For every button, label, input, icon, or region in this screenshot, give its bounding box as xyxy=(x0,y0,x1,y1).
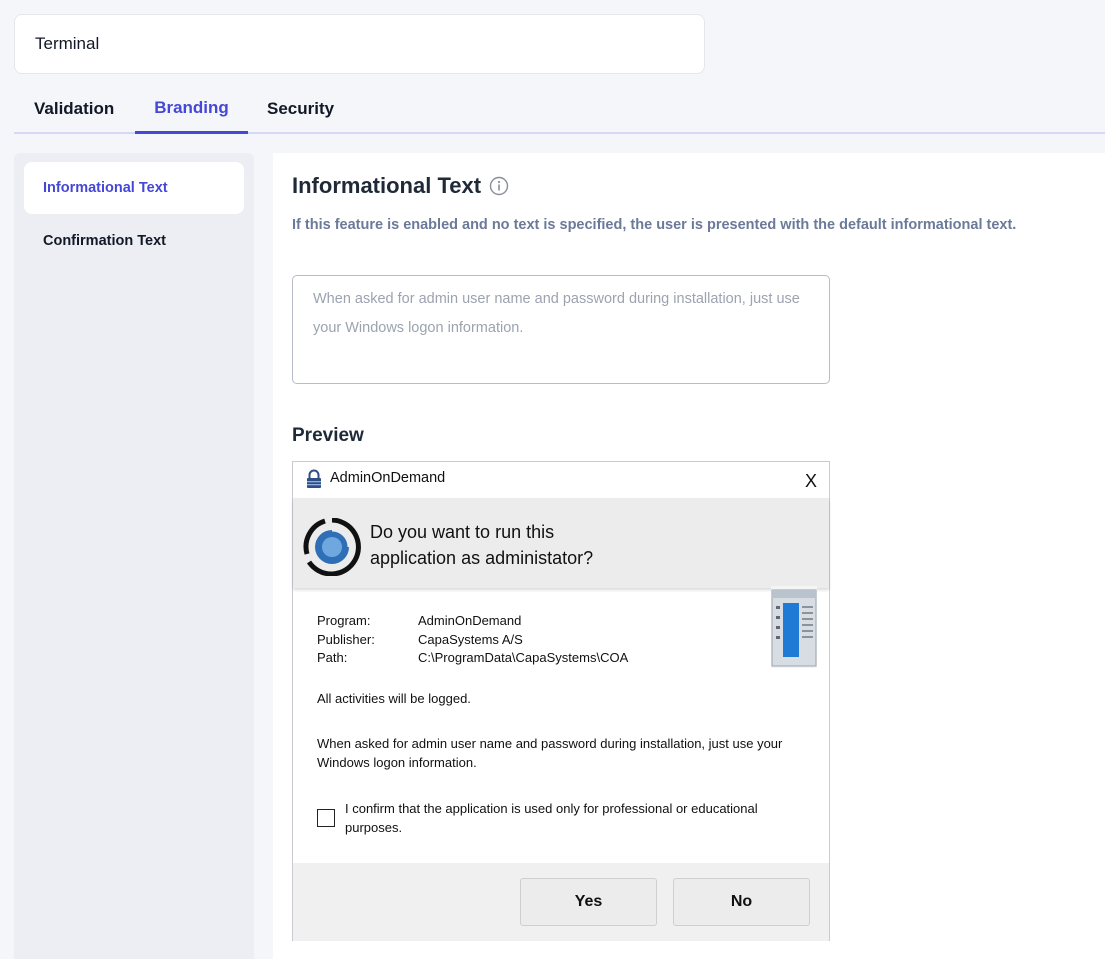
info-value: C:\ProgramData\CapaSystems\COA xyxy=(418,650,629,665)
close-icon[interactable]: X xyxy=(805,471,817,492)
info-key: Program: xyxy=(317,613,371,628)
dialog-footer: Yes No xyxy=(293,863,829,941)
info-row-program: Program: AdminOnDemand xyxy=(317,612,628,631)
info-key: Publisher: xyxy=(317,631,375,647)
informational-text-input[interactable] xyxy=(292,275,830,384)
info-row-publisher: Publisher: CapaSystems A/S xyxy=(317,631,628,650)
program-info: Program: AdminOnDemand Publisher: CapaSy… xyxy=(317,612,628,668)
informational-text-preview: When asked for admin user name and passw… xyxy=(317,736,783,770)
dialog-titlebar: AdminOnDemand X xyxy=(293,462,829,498)
dialog-question-line1: Do you want to run this xyxy=(370,522,555,542)
section-title-text: Informational Text xyxy=(292,173,482,198)
section-description: If this feature is enabled and no text i… xyxy=(292,217,1017,233)
tab-security[interactable]: Security xyxy=(267,84,334,134)
confirm-label: I confirm that the application is used o… xyxy=(345,801,758,835)
info-icon[interactable] xyxy=(489,176,509,196)
sidebar-item-informational-text[interactable]: Informational Text xyxy=(24,162,244,214)
lock-icon xyxy=(306,469,322,489)
main-panel: Informational Text If this feature is en… xyxy=(273,153,1105,959)
info-value: CapaSystems A/S xyxy=(418,631,523,647)
no-button[interactable]: No xyxy=(673,878,810,926)
capa-logo-icon xyxy=(303,517,361,577)
logged-notice: All activities will be logged. xyxy=(317,691,471,706)
dialog-title: AdminOnDemand xyxy=(330,470,446,486)
dialog-question: Do you want to run this application as a… xyxy=(370,519,670,571)
sidebar-item-confirmation-text[interactable]: Confirmation Text xyxy=(24,215,244,267)
tab-bar: Validation Branding Security xyxy=(14,84,1105,134)
preview-dialog: AdminOnDemand X Do you want to run this … xyxy=(292,461,830,941)
sidebar: Informational Text Confirmation Text xyxy=(14,153,254,959)
info-row-path: Path: C:\ProgramData\CapaSystems\COA xyxy=(317,649,628,668)
tab-validation[interactable]: Validation xyxy=(34,84,114,134)
yes-button[interactable]: Yes xyxy=(520,878,657,926)
confirm-checkbox[interactable] xyxy=(317,809,335,827)
info-value: AdminOnDemand xyxy=(418,613,522,628)
dialog-header: Do you want to run this application as a… xyxy=(293,498,829,588)
info-key: Path: xyxy=(317,650,348,665)
dialog-question-line2: application as administator? xyxy=(370,548,594,568)
name-field[interactable]: Terminal xyxy=(14,14,705,74)
application-icon xyxy=(771,586,817,668)
section-title: Informational Text xyxy=(292,173,509,199)
name-field-value: Terminal xyxy=(35,34,100,53)
tab-branding[interactable]: Branding xyxy=(135,84,248,134)
preview-label: Preview xyxy=(292,425,364,446)
